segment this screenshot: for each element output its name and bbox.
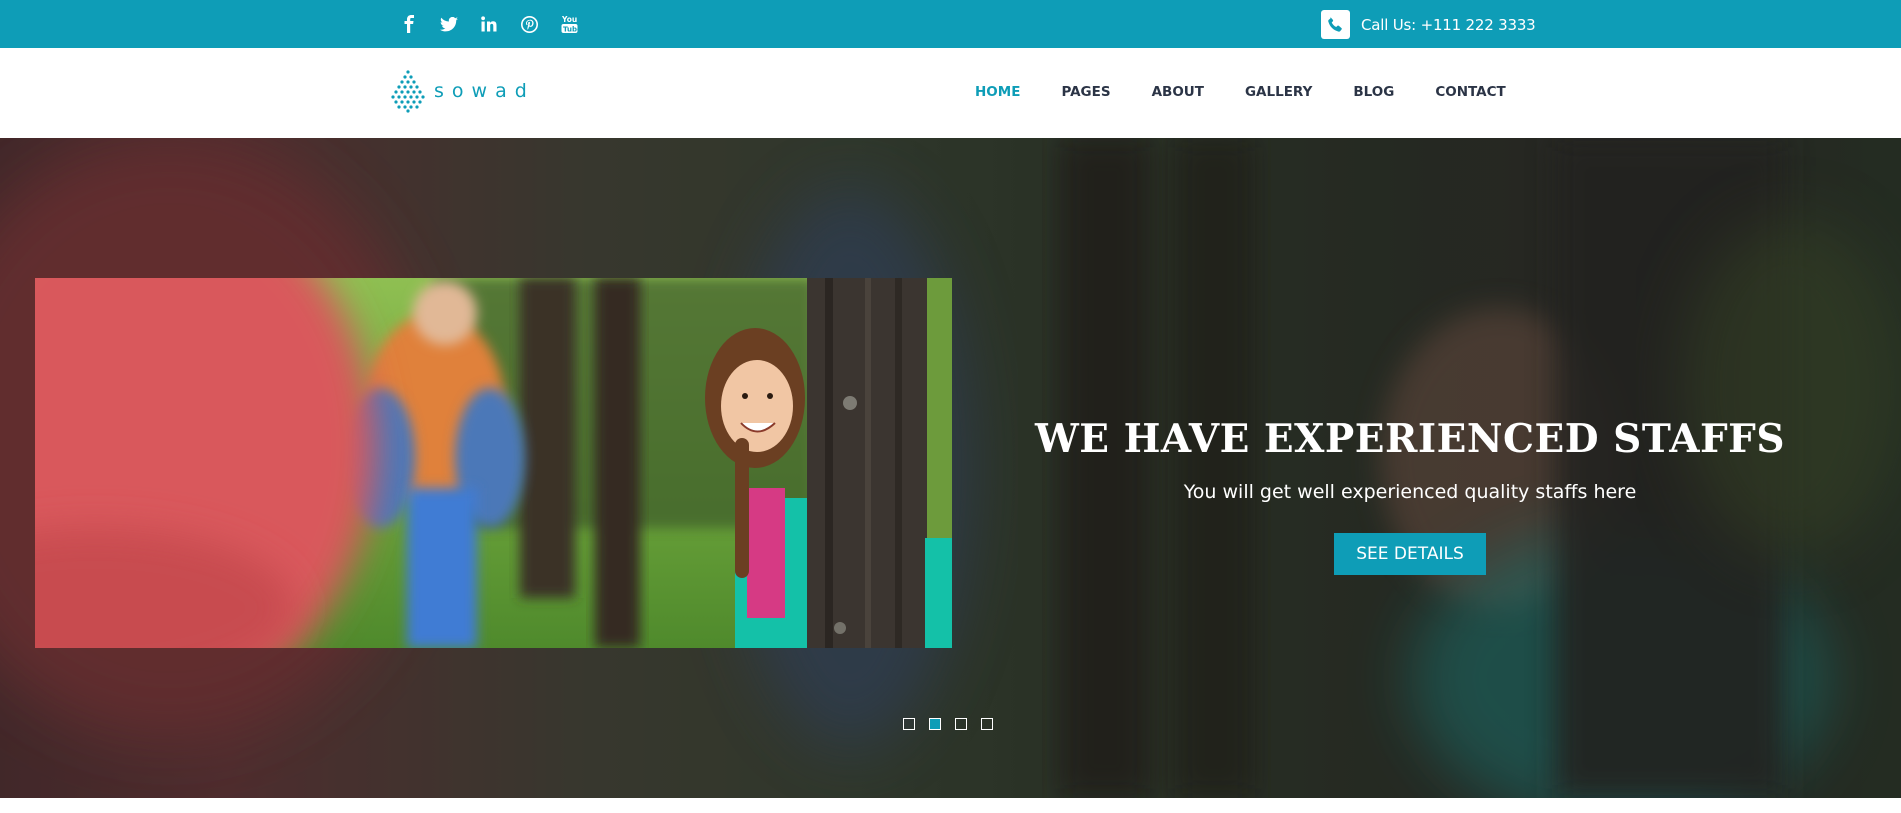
slider-dot-4[interactable] <box>981 718 993 730</box>
phone-icon <box>1321 10 1350 39</box>
linkedin-icon[interactable] <box>476 12 502 36</box>
see-details-button[interactable]: SEE DETAILS <box>1334 533 1486 575</box>
svg-text:You: You <box>561 15 577 24</box>
call-us-text: Call Us: +111 222 3333 <box>1361 15 1536 34</box>
hero-slider: WE HAVE EXPERIENCED STAFFS You will get … <box>0 138 1901 798</box>
slider-dot-3[interactable] <box>955 718 967 730</box>
nav-gallery[interactable]: GALLERY <box>1245 84 1312 100</box>
facebook-icon[interactable] <box>396 12 422 36</box>
slide-image <box>35 278 952 648</box>
nav-pages[interactable]: PAGES <box>1061 84 1110 100</box>
call-us[interactable]: Call Us: +111 222 3333 <box>1321 10 1536 39</box>
slide-headline: WE HAVE EXPERIENCED STAFFS <box>1034 416 1786 462</box>
logo-text: sowad <box>434 80 535 102</box>
slider-dot-2[interactable] <box>929 718 941 730</box>
nav-home[interactable]: HOME <box>975 84 1020 100</box>
slide-subheadline: You will get well experienced quality st… <box>1183 481 1637 503</box>
twitter-icon[interactable] <box>436 12 462 36</box>
main-nav: HOME PAGES ABOUT GALLERY BLOG CONTACT <box>975 84 1547 100</box>
svg-text:Tube: Tube <box>563 25 578 33</box>
youtube-icon[interactable]: YouTube <box>556 12 582 36</box>
slider-dot-1[interactable] <box>903 718 915 730</box>
nav-blog[interactable]: BLOG <box>1353 84 1394 100</box>
social-links: YouTube <box>396 12 582 36</box>
pinterest-icon[interactable] <box>516 12 542 36</box>
nav-about[interactable]: ABOUT <box>1152 84 1204 100</box>
nav-contact[interactable]: CONTACT <box>1435 84 1505 100</box>
logo-mark-icon <box>391 70 425 113</box>
slide-caption: WE HAVE EXPERIENCED STAFFS You will get … <box>1010 416 1810 575</box>
site-logo[interactable]: sowad <box>388 68 535 114</box>
site-header: sowad HOME PAGES ABOUT GALLERY BLOG CONT… <box>0 48 1901 138</box>
top-bar: YouTube Call Us: +111 222 3333 <box>0 0 1901 48</box>
slider-pagination <box>903 718 993 730</box>
